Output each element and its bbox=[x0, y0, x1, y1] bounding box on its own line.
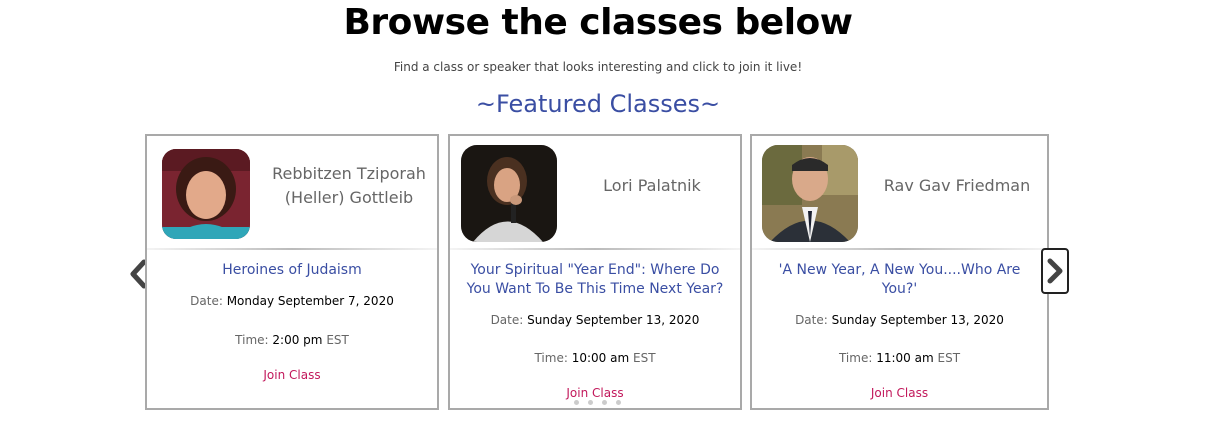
featured-classes-heading: ~Featured Classes~ bbox=[475, 90, 721, 118]
speaker-photo bbox=[162, 149, 250, 239]
card-divider bbox=[752, 248, 1047, 250]
class-time: Time: 2:00 pm EST bbox=[147, 333, 437, 347]
join-class-link[interactable]: Join Class bbox=[147, 368, 437, 382]
chevron-right-icon bbox=[1047, 258, 1063, 284]
time-label: Time: bbox=[534, 351, 568, 365]
card-divider bbox=[147, 248, 437, 250]
class-card: Rebbitzen Tziporah (Heller) Gottleib Her… bbox=[145, 134, 439, 410]
page-subtitle: Find a class or speaker that looks inter… bbox=[393, 60, 803, 74]
time-label: Time: bbox=[235, 333, 269, 347]
date-value: Sunday September 13, 2020 bbox=[527, 313, 700, 327]
card-header: Lori Palatnik bbox=[450, 136, 740, 248]
time-value: 11:00 am bbox=[876, 351, 934, 365]
time-value: 10:00 am bbox=[571, 351, 630, 365]
date-label: Date: bbox=[490, 313, 524, 327]
class-title-link[interactable]: Heroines of Judaism bbox=[155, 261, 429, 280]
class-time: Time: 11:00 am EST bbox=[752, 351, 1047, 365]
card-divider bbox=[450, 248, 740, 250]
carousel-next-button[interactable] bbox=[1041, 248, 1069, 294]
join-class-link[interactable]: Join Class bbox=[450, 386, 740, 400]
class-card: Rav Gav Friedman 'A New Year, A New You.… bbox=[750, 134, 1049, 410]
card-header: Rav Gav Friedman bbox=[752, 136, 1047, 248]
speaker-photo bbox=[762, 145, 858, 242]
speaker-name: Rebbitzen Tziporah (Heller) Gottleib bbox=[272, 164, 426, 207]
featured-classes-carousel: Rebbitzen Tziporah (Heller) Gottleib Her… bbox=[145, 134, 1049, 412]
time-label: Time: bbox=[838, 351, 873, 365]
join-class-link[interactable]: Join Class bbox=[752, 386, 1047, 400]
carousel-pagination bbox=[572, 400, 626, 406]
speaker-name: Rav Gav Friedman bbox=[883, 176, 1031, 195]
pagination-dot[interactable] bbox=[574, 400, 579, 405]
timezone: EST bbox=[937, 351, 961, 365]
pagination-dot[interactable] bbox=[602, 400, 607, 405]
class-date: Date: Sunday September 13, 2020 bbox=[752, 313, 1047, 327]
class-title-link[interactable]: Your Spiritual "Year End": Where Do You … bbox=[458, 261, 732, 299]
date-label: Date: bbox=[190, 294, 223, 308]
date-value: Monday September 7, 2020 bbox=[226, 294, 394, 308]
date-value: Sunday September 13, 2020 bbox=[831, 313, 1004, 327]
timezone: EST bbox=[633, 351, 656, 365]
page-title: Browse the classes below bbox=[343, 2, 853, 43]
class-date: Date: Monday September 7, 2020 bbox=[147, 294, 437, 308]
class-title-link[interactable]: 'A New Year, A New You....Who Are You?' bbox=[760, 261, 1039, 299]
pagination-dot[interactable] bbox=[588, 400, 593, 405]
card-header: Rebbitzen Tziporah (Heller) Gottleib bbox=[147, 136, 437, 248]
time-value: 2:00 pm bbox=[272, 333, 323, 347]
class-time: Time: 10:00 am EST bbox=[450, 351, 740, 365]
speaker-name: Lori Palatnik bbox=[603, 176, 701, 195]
pagination-dot[interactable] bbox=[616, 400, 621, 405]
date-label: Date: bbox=[795, 313, 828, 327]
speaker-photo bbox=[461, 145, 557, 242]
class-card: Lori Palatnik Your Spiritual "Year End":… bbox=[448, 134, 742, 410]
timezone: EST bbox=[326, 333, 349, 347]
class-date: Date: Sunday September 13, 2020 bbox=[450, 313, 740, 327]
